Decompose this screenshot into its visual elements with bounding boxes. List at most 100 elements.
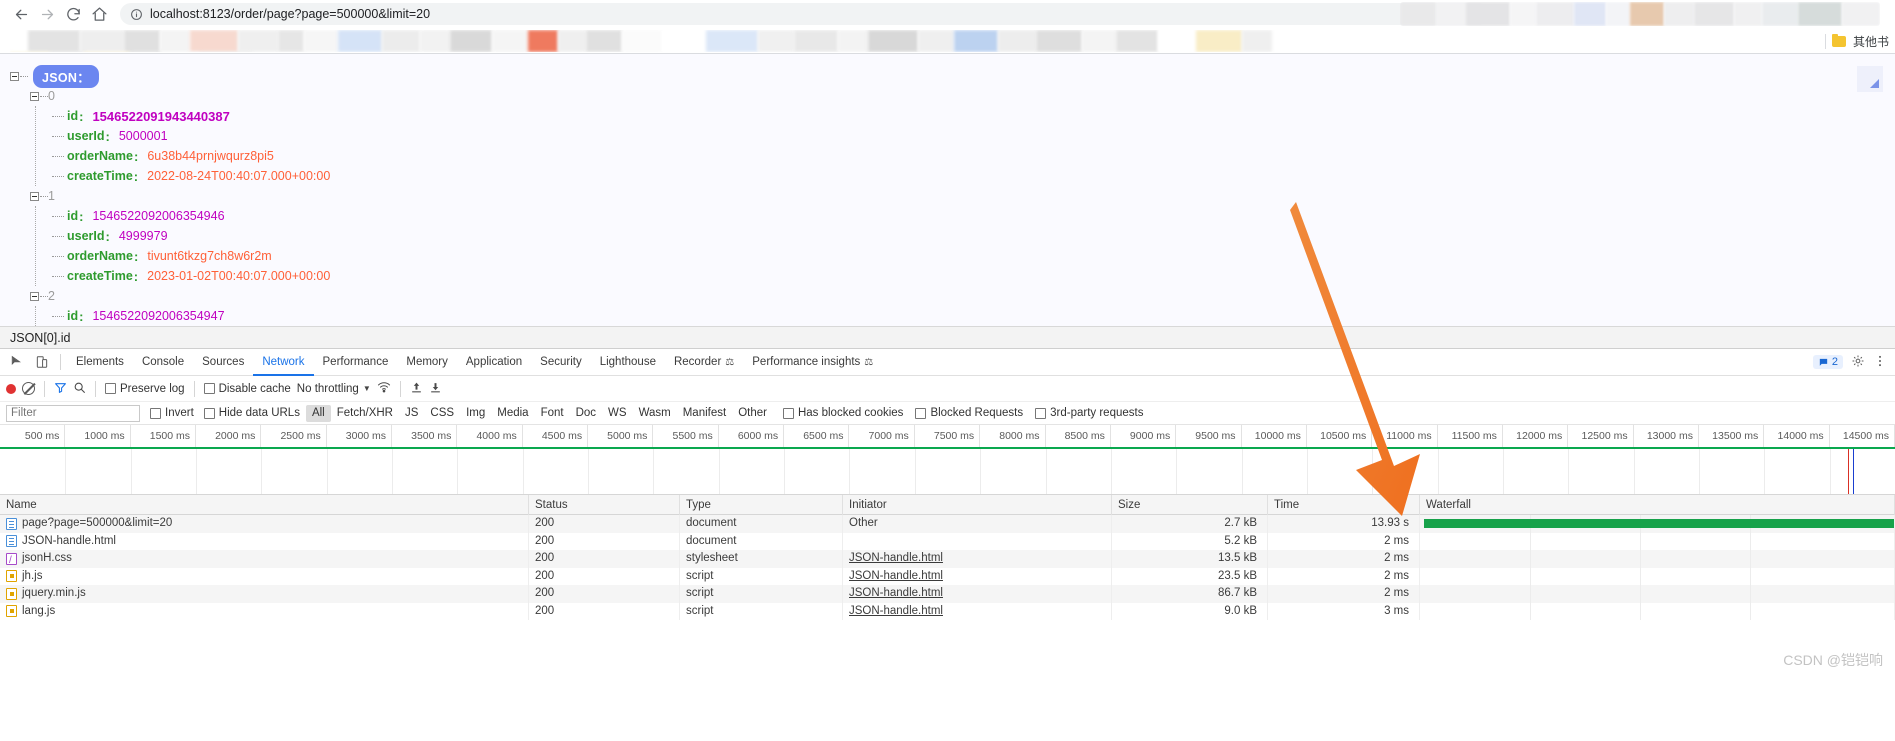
network-conditions-icon[interactable]: [377, 380, 391, 397]
filter-icon[interactable]: [54, 381, 67, 397]
tab-elements[interactable]: Elements: [67, 349, 133, 376]
export-har-icon[interactable]: [429, 381, 442, 397]
third-party-requests-checkbox[interactable]: 3rd-party requests: [1035, 407, 1143, 419]
tab-security[interactable]: Security: [531, 349, 591, 376]
issues-badge[interactable]: 2: [1812, 355, 1843, 369]
inspect-element-icon[interactable]: [4, 350, 29, 375]
json-field-row[interactable]: id: 1546522092006354946: [52, 206, 1895, 226]
checkbox-box: [203, 407, 215, 419]
tab-network[interactable]: Network: [253, 349, 313, 376]
throttling-value: No throttling: [296, 382, 359, 395]
request-name: jsonH.css: [22, 552, 72, 564]
has-blocked-cookies-checkbox[interactable]: Has blocked cookies: [782, 407, 903, 419]
column-header-status[interactable]: Status: [529, 494, 680, 515]
collapse-toggle-icon[interactable]: [30, 91, 39, 101]
json-root-badge: JSON：: [33, 64, 100, 88]
home-icon[interactable]: [86, 1, 112, 27]
forward-icon[interactable]: [34, 1, 60, 27]
json-field-row[interactable]: orderName: tivunt6tkzg7ch8w6r2m: [52, 246, 1895, 266]
tab-application[interactable]: Application: [457, 349, 531, 376]
table-row[interactable]: jh.js 200 script JSON-handle.html 23.5 kB 2 m…: [0, 567, 1895, 585]
device-toolbar-icon[interactable]: [29, 350, 54, 375]
column-header-initiator[interactable]: Initiator: [843, 494, 1112, 515]
collapse-toggle-icon[interactable]: [10, 71, 19, 81]
json-field-row[interactable]: userId: 5000001: [52, 126, 1895, 146]
tab-memory[interactable]: Memory: [397, 349, 457, 376]
json-tree: JSON： 0 id: 1546522091943440387 userId:: [0, 54, 1895, 326]
json-field-row[interactable]: createTime: 2022-08-24T00:40:07.000+00:0…: [52, 166, 1895, 186]
json-field-row[interactable]: id: 1546522092006354947: [52, 306, 1895, 326]
json-node-index[interactable]: 2: [30, 286, 1895, 306]
column-header-waterfall[interactable]: Waterfall: [1420, 494, 1895, 515]
json-field-row[interactable]: orderName: 6u38b44prnjwqurz8pi5: [52, 146, 1895, 166]
json-field-row[interactable]: createTime: 2023-01-02T00:40:07.000+00:0…: [52, 266, 1895, 286]
filter-type-js[interactable]: JS: [399, 405, 424, 422]
search-icon[interactable]: [73, 381, 86, 397]
collapse-toggle-icon[interactable]: [30, 191, 39, 201]
filter-type-fetch-xhr[interactable]: Fetch/XHR: [331, 405, 399, 422]
back-icon[interactable]: [8, 1, 34, 27]
timeline-load-marker: [1848, 449, 1849, 494]
column-header-time[interactable]: Time: [1268, 494, 1420, 515]
timeline-tick-label: 6000 ms: [719, 425, 785, 447]
tab-console[interactable]: Console: [133, 349, 193, 376]
json-node-index[interactable]: 0: [30, 86, 1895, 106]
table-row[interactable]: JSON-handle.html 200 document 5.2 kB 2 ms: [0, 532, 1895, 550]
filter-type-doc[interactable]: Doc: [570, 405, 602, 422]
tab-performance-insights[interactable]: Performance insights ⚖: [743, 349, 882, 376]
checkbox-box: [915, 407, 927, 419]
filter-type-font[interactable]: Font: [535, 405, 570, 422]
blocked-requests-checkbox[interactable]: Blocked Requests: [915, 407, 1023, 419]
network-overview-timeline[interactable]: 500 ms 1000 ms 1500 ms 2000 ms 2500 ms 3000 m…: [0, 425, 1895, 495]
json-node-index[interactable]: 1: [30, 186, 1895, 206]
filter-type-manifest[interactable]: Manifest: [677, 405, 732, 422]
more-options-icon[interactable]: [1873, 354, 1887, 371]
gear-icon[interactable]: [1851, 354, 1865, 371]
column-header-size[interactable]: Size: [1112, 494, 1268, 515]
record-icon[interactable]: [6, 383, 16, 394]
bookmarks-other-group[interactable]: 其他书: [1824, 28, 1889, 54]
filter-type-ws[interactable]: WS: [602, 405, 633, 422]
request-initiator[interactable]: JSON-handle.html: [849, 587, 943, 599]
tab-sources[interactable]: Sources: [193, 349, 253, 376]
disable-cache-checkbox[interactable]: Disable cache: [203, 383, 291, 395]
preserve-log-checkbox[interactable]: Preserve log: [105, 383, 185, 395]
import-har-icon[interactable]: [410, 381, 423, 397]
hide-data-urls-checkbox[interactable]: Hide data URLs: [203, 407, 300, 419]
filter-type-all[interactable]: All: [305, 404, 331, 422]
request-initiator[interactable]: JSON-handle.html: [849, 605, 943, 617]
request-name: page?page=500000&limit=20: [22, 517, 173, 529]
timeline-tick-label: 3000 ms: [327, 425, 393, 447]
invert-checkbox[interactable]: Invert: [150, 407, 194, 419]
json-root-row[interactable]: JSON：: [10, 64, 1895, 88]
tab-recorder[interactable]: Recorder ⚖: [665, 349, 743, 376]
column-header-name[interactable]: Name: [0, 494, 529, 515]
filter-type-media[interactable]: Media: [491, 405, 534, 422]
table-row[interactable]: jquery.min.js 200 script JSON-handle.html 86…: [0, 585, 1895, 603]
filter-input[interactable]: [6, 404, 140, 422]
request-initiator[interactable]: JSON-handle.html: [849, 552, 943, 564]
json-field-row[interactable]: userId: 4999979: [52, 226, 1895, 246]
column-header-type[interactable]: Type: [680, 494, 843, 515]
network-table-body: page?page=500000&limit=20 200 document Othe…: [0, 515, 1895, 620]
address-bar[interactable]: localhost:8123/order/page?page=500000&li…: [120, 3, 1490, 25]
filter-type-css[interactable]: CSS: [424, 405, 460, 422]
tab-performance[interactable]: Performance: [314, 349, 398, 376]
table-row[interactable]: jsonH.css 200stylesheet JSON-handle.html 13…: [0, 550, 1895, 568]
request-initiator[interactable]: JSON-handle.html: [849, 570, 943, 582]
waterfall-gridline: [1530, 567, 1531, 585]
site-info-icon[interactable]: [130, 8, 143, 21]
json-field-row[interactable]: id: 1546522091943440387: [52, 106, 1895, 126]
tab-lighthouse[interactable]: Lighthouse: [591, 349, 665, 376]
table-row[interactable]: lang.js 200 script JSON-handle.html 9.0 kB 3 …: [0, 602, 1895, 620]
filter-type-wasm[interactable]: Wasm: [633, 405, 677, 422]
filter-type-img[interactable]: Img: [460, 405, 491, 422]
table-row[interactable]: page?page=500000&limit=20 200 document Othe…: [0, 515, 1895, 533]
json-field-value: 1546522092006354946: [92, 209, 225, 223]
clear-icon[interactable]: [22, 382, 35, 395]
reload-icon[interactable]: [60, 1, 86, 27]
timeline-tick-label: 10500 ms: [1307, 425, 1373, 447]
filter-type-other[interactable]: Other: [732, 405, 773, 422]
throttling-select[interactable]: No throttling ▼: [297, 383, 371, 395]
collapse-toggle-icon[interactable]: [30, 291, 39, 301]
